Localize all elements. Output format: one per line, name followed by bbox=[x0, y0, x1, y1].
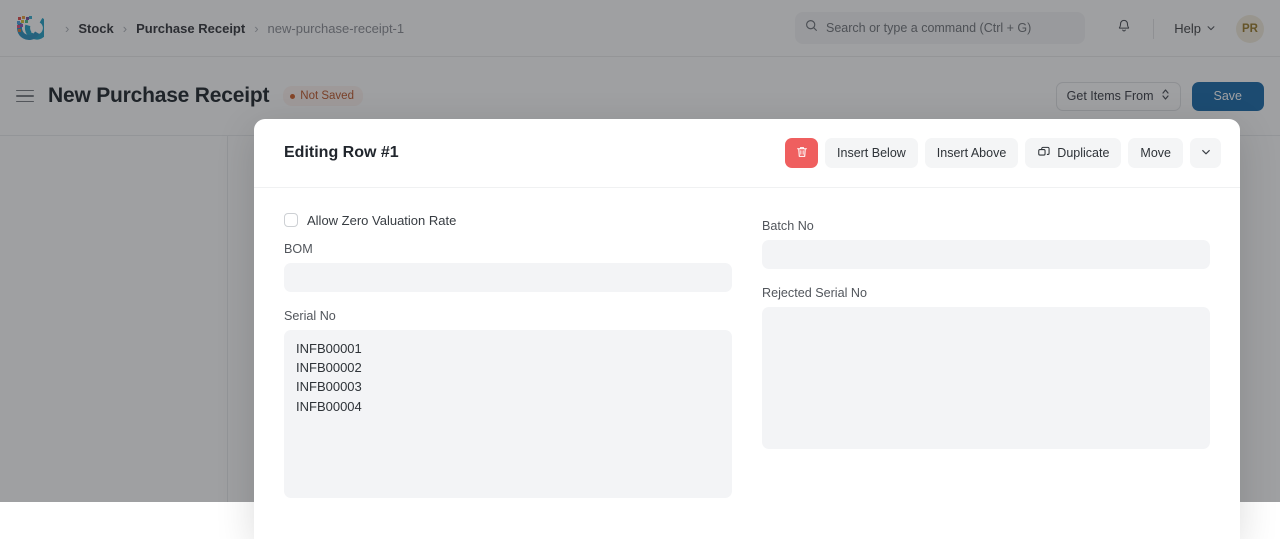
batch-no-input[interactable] bbox=[762, 240, 1210, 269]
rejected-serial-no-field: Rejected Serial No bbox=[762, 286, 1210, 454]
serial-no-label: Serial No bbox=[284, 309, 732, 323]
duplicate-button[interactable]: Duplicate bbox=[1025, 138, 1121, 168]
dialog-right-column: Batch No Rejected Serial No bbox=[762, 210, 1210, 520]
batch-no-label: Batch No bbox=[762, 219, 1210, 233]
rejected-serial-no-textarea[interactable] bbox=[762, 307, 1210, 449]
chevron-down-icon bbox=[1200, 146, 1212, 161]
allow-zero-valuation-rate-row[interactable]: Allow Zero Valuation Rate bbox=[284, 210, 732, 230]
copy-icon bbox=[1037, 145, 1051, 162]
insert-above-button[interactable]: Insert Above bbox=[925, 138, 1019, 168]
dialog-header: Editing Row #1 Insert Below Insert Above bbox=[254, 119, 1240, 188]
bom-input[interactable] bbox=[284, 263, 732, 292]
trash-icon bbox=[795, 145, 809, 162]
insert-below-button[interactable]: Insert Below bbox=[825, 138, 918, 168]
rejected-serial-no-label: Rejected Serial No bbox=[762, 286, 1210, 300]
move-button[interactable]: Move bbox=[1128, 138, 1183, 168]
allow-zero-valuation-rate-label: Allow Zero Valuation Rate bbox=[307, 213, 456, 228]
serial-no-field: Serial No bbox=[284, 309, 732, 503]
dialog-action-bar: Insert Below Insert Above Duplicate Move bbox=[785, 138, 1221, 168]
bom-label: BOM bbox=[284, 242, 732, 256]
delete-row-button[interactable] bbox=[785, 138, 818, 168]
edit-row-dialog: Editing Row #1 Insert Below Insert Above bbox=[254, 119, 1240, 539]
dialog-body: Allow Zero Valuation Rate BOM Serial No … bbox=[254, 188, 1240, 520]
serial-no-textarea[interactable] bbox=[284, 330, 732, 498]
duplicate-label: Duplicate bbox=[1057, 146, 1109, 160]
dialog-left-column: Allow Zero Valuation Rate BOM Serial No bbox=[284, 210, 732, 520]
dialog-title: Editing Row #1 bbox=[284, 144, 399, 162]
bom-field: BOM bbox=[284, 242, 732, 292]
allow-zero-valuation-rate-checkbox[interactable] bbox=[284, 213, 298, 227]
batch-no-field: Batch No bbox=[762, 219, 1210, 269]
more-actions-button[interactable] bbox=[1190, 138, 1221, 168]
